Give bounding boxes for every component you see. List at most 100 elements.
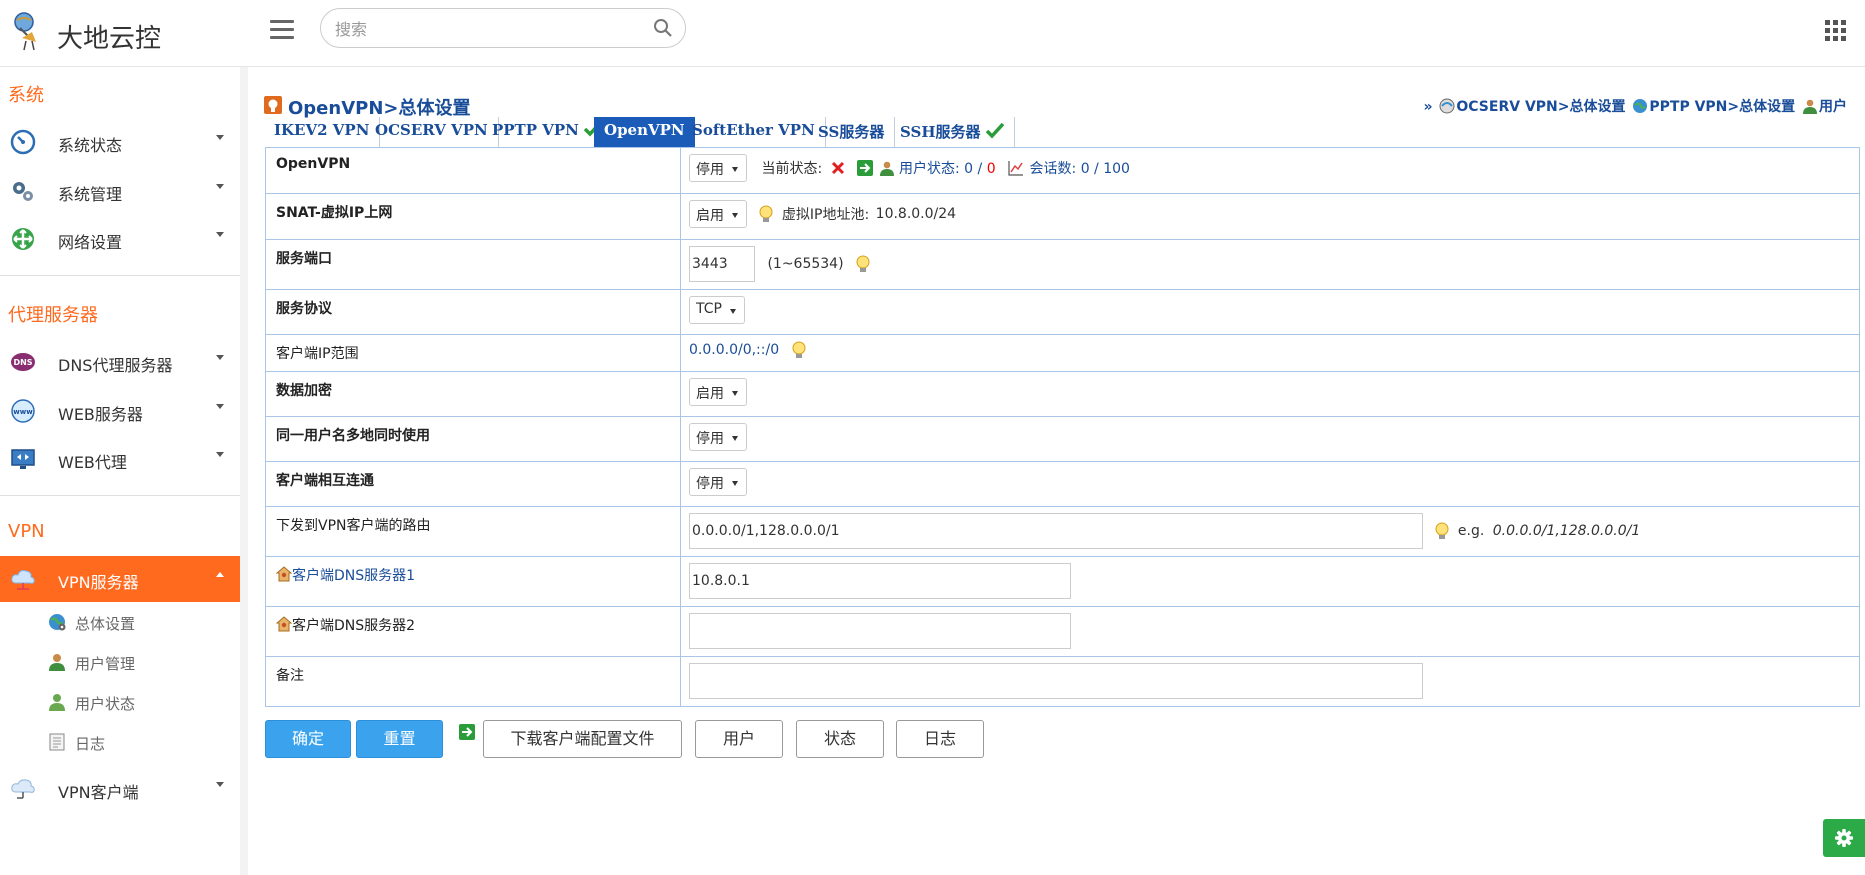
www-globe-icon: www [11, 399, 35, 423]
tab-ocserv-vpn[interactable]: OCSERV VPN [365, 117, 499, 147]
protocol-select[interactable]: TCP [689, 296, 745, 324]
sidebar-item-vpn-server[interactable]: VPN服务器 [0, 556, 240, 602]
dns-icon: DNS [11, 353, 35, 371]
chevron-up-icon [216, 572, 224, 577]
sidebar-divider [0, 275, 240, 276]
client-to-client-select[interactable]: 停用 [689, 468, 747, 496]
sidebar-subitem-label: 用户管理 [75, 655, 136, 673]
checkmark-icon [985, 122, 1005, 139]
apps-grid-icon[interactable] [1825, 20, 1847, 42]
chevron-down-icon [216, 135, 224, 140]
row-client-to-client: 客户端相互连通 停用 [265, 461, 1860, 507]
openvpn-enable-select[interactable]: 停用 [689, 154, 747, 182]
row-encryption: 数据加密 启用 [265, 371, 1860, 417]
brand-title: 大地云控 [57, 24, 162, 54]
user-status-link[interactable]: 用户状态: 0 / 0 [899, 158, 996, 178]
dns1-input[interactable] [689, 563, 1071, 599]
snat-select[interactable]: 启用 [689, 200, 747, 228]
sidebar-item-system-status[interactable]: 系统状态 [0, 119, 240, 165]
gears-icon [13, 182, 33, 201]
log-button[interactable]: 日志 [896, 720, 984, 758]
chevron-down-icon [216, 232, 224, 237]
sidebar-item-label: 系统管理 [58, 185, 123, 204]
user-icon [49, 654, 65, 671]
sidebar-section-system: 系统 [8, 85, 44, 106]
reset-button[interactable]: 重置 [356, 720, 443, 758]
quick-link-user[interactable]: 用户 [1802, 96, 1847, 116]
routes-input[interactable] [689, 513, 1423, 549]
sidebar-item-label: WEB代理 [58, 453, 127, 472]
tab-ikev2-vpn[interactable]: IKEV2 VPN [264, 117, 381, 147]
sidebar-subitem-user-management[interactable]: 用户管理 [0, 644, 240, 682]
chevron-down-icon [216, 355, 224, 360]
client-ip-range-link[interactable]: 0.0.0.0/0,::/0 [689, 342, 779, 358]
user-icon [1803, 99, 1817, 114]
search-box [320, 8, 686, 48]
sidebar-item-label: 网络设置 [58, 233, 123, 252]
sidebar-item-vpn-client[interactable]: VPN客户端 [0, 766, 240, 812]
sidebar-item-web-proxy[interactable]: WEB代理 [0, 436, 240, 482]
user-icon [879, 161, 894, 176]
svg-text:www: www [13, 408, 33, 416]
sidebar-section-proxy: 代理服务器 [8, 305, 98, 326]
label-dns1: 客户端DNS服务器1 [265, 556, 681, 607]
label-client-ip: 客户端IP范围 [265, 334, 681, 372]
sidebar-subitem-user-status[interactable]: 用户状态 [0, 684, 240, 722]
tab-ssh-server[interactable]: SSH服务器 [890, 117, 1015, 147]
sidebar-item-label: VPN服务器 [58, 573, 139, 592]
sidebar-section-vpn: VPN [8, 521, 45, 542]
chevron-down-icon [216, 452, 224, 457]
search-input[interactable] [335, 17, 635, 41]
top-bar: 大地云控 [0, 0, 1865, 67]
label-port: 服务端口 [265, 239, 681, 290]
chevron-down-icon [216, 184, 224, 189]
lightbulb-icon [792, 341, 806, 358]
sidebar-item-network-settings[interactable]: 网络设置 [0, 216, 240, 262]
label-routes: 下发到VPN客户端的路由 [265, 506, 681, 557]
gear-icon [1835, 829, 1853, 847]
download-arrow-icon [459, 724, 475, 740]
sidebar: 系统 系统状态 系统管理 网络设置 代理服务器 DNS DNS代理服务器 www… [0, 67, 248, 875]
quick-links-arrow: » [1423, 99, 1433, 115]
users-button[interactable]: 用户 [695, 720, 783, 758]
hamburger-menu-icon[interactable] [270, 20, 294, 42]
globe-settings-icon [49, 614, 66, 631]
sidebar-divider [0, 495, 240, 496]
sidebar-item-system-management[interactable]: 系统管理 [0, 168, 240, 214]
confirm-button[interactable]: 确定 [265, 720, 351, 758]
row-dns2: 客户端DNS服务器2 [265, 606, 1860, 657]
virtual-ip-pool-value: 10.8.0.0/24 [875, 206, 957, 222]
multi-login-select[interactable]: 停用 [689, 423, 747, 451]
row-client-ip: 客户端IP范围 0.0.0.0/0,::/0 [265, 334, 1860, 372]
cloud-network-icon [11, 570, 35, 590]
encryption-select[interactable]: 启用 [689, 378, 747, 406]
stopped-x-icon [831, 161, 844, 175]
row-snat: SNAT-虚拟IP上网 启用 虚拟IP地址池: 10.8.0.0/24 [265, 193, 1860, 240]
start-arrow-icon[interactable] [857, 160, 874, 176]
tab-softether-vpn[interactable]: SoftEther VPN [682, 117, 826, 147]
quick-link-pptp[interactable]: PPTP VPN>总体设置 [1632, 96, 1795, 116]
settings-fab[interactable] [1823, 819, 1865, 857]
label-dns2: 客户端DNS服务器2 [265, 606, 681, 657]
sidebar-item-label: DNS代理服务器 [58, 356, 173, 375]
tab-ss-server[interactable]: SS服务器 [808, 117, 896, 147]
sidebar-item-dns-proxy[interactable]: DNS DNS代理服务器 [0, 339, 240, 385]
sidebar-subitem-general-settings[interactable]: 总体设置 [0, 604, 240, 642]
remark-input[interactable] [689, 663, 1423, 699]
sessions-link[interactable]: 会话数: 0 / 100 [1030, 158, 1130, 178]
sidebar-item-label: 系统状态 [58, 136, 123, 155]
port-input[interactable] [689, 246, 755, 282]
settings-form: OpenVPN 停用 当前状态: 用户状态: 0 / 0 会话数: 0 / 10… [265, 147, 1860, 707]
row-port: 服务端口 (1~65534) [265, 239, 1860, 290]
lightbulb-icon [759, 205, 773, 222]
speedometer-icon [10, 129, 36, 155]
quick-link-ocserv[interactable]: OCSERV VPN>总体设置 [1439, 96, 1626, 116]
search-icon[interactable] [653, 18, 673, 38]
dns2-input[interactable] [689, 613, 1071, 649]
tab-openvpn[interactable]: OpenVPN [594, 117, 695, 147]
download-client-config-button[interactable]: 下载客户端配置文件 [483, 720, 682, 758]
sidebar-item-web-server[interactable]: www WEB服务器 [0, 388, 240, 434]
row-dns1: 客户端DNS服务器1 [265, 556, 1860, 607]
status-button[interactable]: 状态 [796, 720, 884, 758]
sidebar-subitem-log[interactable]: 日志 [0, 724, 240, 762]
